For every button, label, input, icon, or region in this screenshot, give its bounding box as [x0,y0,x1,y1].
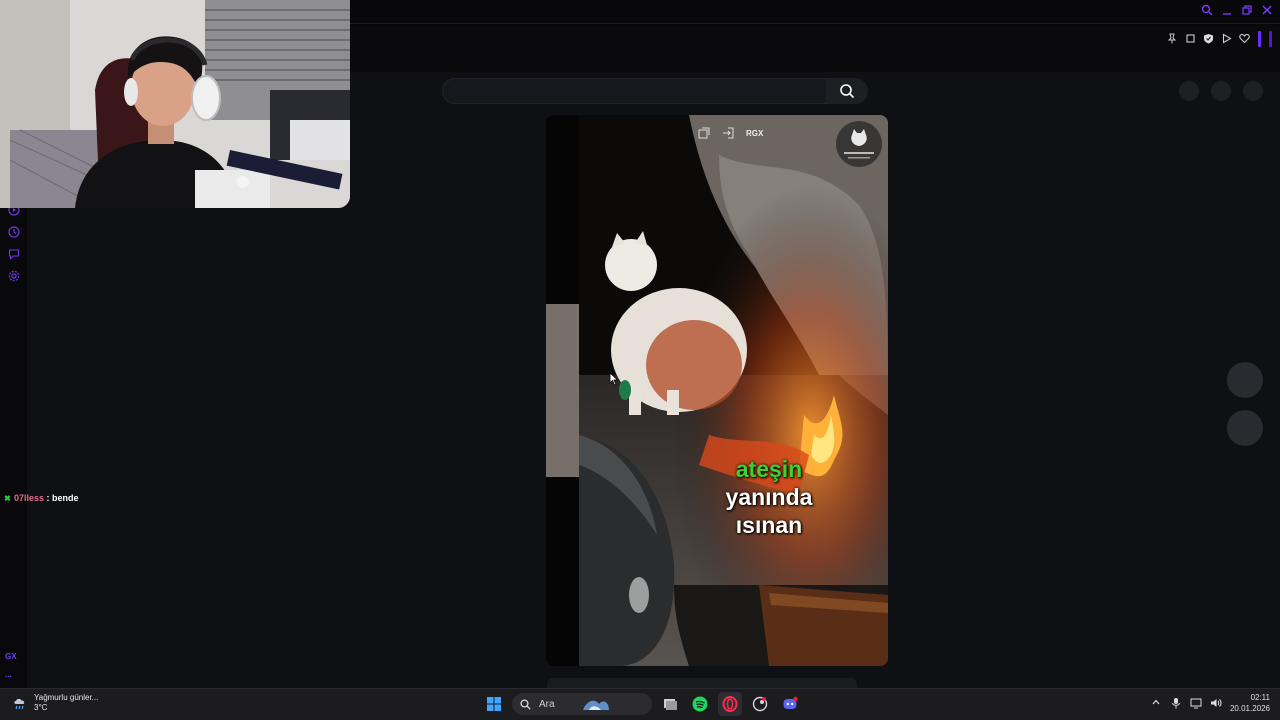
taskbar-search-label: Ara [539,698,555,710]
history-icon[interactable] [7,226,21,240]
opera-gx-app[interactable] [718,692,742,716]
volume-icon[interactable] [1210,697,1222,709]
chat-text: bende [52,493,79,503]
windows-icon [487,697,501,711]
rain-cloud-icon [14,698,25,710]
restore-icon[interactable] [1240,4,1254,20]
spotify-icon [692,696,708,712]
chat-badge-icon: ✖ [4,494,11,503]
search-highlight-icon [582,700,609,710]
login-icon[interactable] [720,127,736,143]
start-button[interactable] [482,692,506,716]
shield-icon[interactable] [1202,33,1214,45]
caption-line-2: yanında [725,484,813,510]
system-tray: 02:11 20.01.2026 [1150,692,1270,714]
video-watermark: RGX [746,129,764,138]
chevron-up-icon[interactable] [1150,697,1162,709]
video-frame[interactable]: ateşin yanında ısınan [579,115,888,666]
pin-icon[interactable] [1166,33,1178,45]
screen: GX ... ateşin yanında ısınan RGX ✖ 07lle… [0,0,1280,720]
sidebar-toggle-accent[interactable] [1258,31,1261,47]
caption-line-3: ısınan [735,512,803,538]
window-controls [1200,4,1274,20]
task-view-icon [664,699,677,710]
search-icon [520,698,531,710]
header-button-1[interactable] [1179,81,1199,101]
taskbar-apps: Ara [482,692,802,716]
next-video-button[interactable] [1227,410,1263,446]
spotify-app[interactable] [688,692,712,716]
microphone-icon[interactable] [1170,697,1182,709]
taskbar-search[interactable]: Ara [512,693,652,715]
steam-icon [752,696,768,712]
extension-bar [1166,31,1272,47]
more-options-icon[interactable]: ... [5,670,12,679]
network-icon[interactable] [1190,697,1202,709]
search-icon [840,84,855,99]
titlebar-divider [350,23,1280,24]
task-view-button[interactable] [658,692,682,716]
mouse-cursor-icon [609,372,619,386]
weather-title: Yağmurlu günler... [34,693,99,702]
webcam-overlay [0,0,350,208]
gx-label[interactable]: GX [5,652,17,661]
clock[interactable]: 02:11 20.01.2026 [1230,692,1270,714]
video-scene [579,115,888,666]
taskbar: Yağmurlu günler... 3°C Ara 02:11 20.01.2… [0,688,1280,720]
previous-video-button[interactable] [1227,362,1263,398]
chat-icon[interactable] [7,248,21,262]
crop-icon[interactable] [1184,33,1196,45]
search-input[interactable] [442,78,868,104]
discord-icon [783,696,798,709]
close-icon[interactable] [1260,4,1274,20]
video-player[interactable]: ateşin yanında ısınan RGX [546,115,888,666]
popout-icon[interactable] [696,127,712,143]
chat-message: ✖ 07lless : bende [4,493,79,503]
video-side-strip [546,304,579,477]
header-button-2[interactable] [1211,81,1231,101]
weather-temp: 3°C [34,703,48,712]
weather-text: Yağmurlu günler... 3°C [34,693,98,713]
opera-gx-icon [722,696,738,712]
minimize-icon[interactable] [1220,4,1234,20]
chat-separator: : [44,493,53,503]
discord-app[interactable] [778,692,802,716]
webcam-scene [0,0,350,208]
chat-username: 07lless [14,493,45,503]
sidebar-toggle-accent-2 [1269,31,1272,47]
steam-app[interactable] [748,692,772,716]
channel-logo [836,121,882,167]
header-button-3[interactable] [1243,81,1263,101]
play-icon[interactable] [1220,33,1232,45]
clock-time: 02:11 [1250,693,1270,702]
heart-icon[interactable] [1238,33,1250,45]
search-icon[interactable] [1200,4,1214,20]
next-video-preview[interactable] [547,678,857,688]
clock-date: 20.01.2026 [1229,704,1270,713]
weather-widget[interactable]: Yağmurlu günler... 3°C [12,693,98,713]
settings-icon[interactable] [7,270,21,284]
search-button[interactable] [826,78,868,104]
caption-line-1: ateşin [735,456,803,482]
